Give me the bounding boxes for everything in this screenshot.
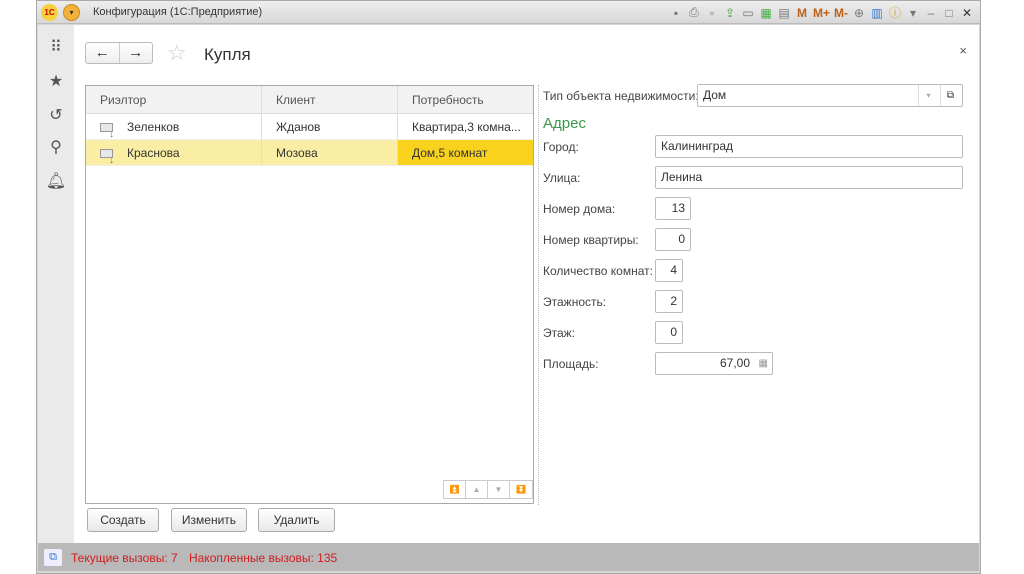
create-button[interactable]: Создать bbox=[87, 508, 159, 532]
dropdown-arrow-icon[interactable]: ▾ bbox=[918, 85, 938, 106]
minimize-icon[interactable]: – bbox=[924, 6, 938, 20]
calendar-icon[interactable]: ▤ bbox=[777, 6, 791, 20]
history-icon[interactable]: ↺ bbox=[38, 105, 74, 125]
calculator-icon[interactable]: ▦ bbox=[759, 6, 773, 20]
edit-button[interactable]: Изменить bbox=[171, 508, 247, 532]
type-value: Дом bbox=[703, 88, 727, 102]
save-icon[interactable]: ▪ bbox=[669, 6, 683, 20]
delete-button[interactable]: Удалить bbox=[258, 508, 335, 532]
type-label: Тип объекта недвижимости: bbox=[543, 89, 699, 103]
forward-button[interactable]: → bbox=[120, 43, 153, 63]
area-input[interactable]: 67,00 ▦ bbox=[655, 352, 773, 375]
scan-icon[interactable]: ▭ bbox=[741, 6, 755, 20]
house-label: Номер дома: bbox=[543, 202, 616, 216]
table-row-selected[interactable]: Краснова Мозова Дом,5 комнат bbox=[86, 140, 533, 166]
type-select[interactable]: Дом ▾ ⧉ bbox=[697, 84, 963, 107]
city-input[interactable]: Калининград bbox=[655, 135, 963, 158]
client-cell: Мозова bbox=[262, 140, 398, 165]
need-cell: Квартира,3 комна... bbox=[412, 120, 521, 134]
floor-input[interactable]: 0 bbox=[655, 321, 683, 344]
bell-icon[interactable]: 🔔︎ bbox=[38, 171, 74, 191]
rooms-label: Количество комнат: bbox=[543, 264, 653, 278]
print-icon[interactable]: ⎙ bbox=[687, 5, 701, 20]
table-header: Риэлтор Клиент Потребность bbox=[86, 86, 533, 114]
form-content: ← → ☆ Купля × Риэлтор Клиент Потребность… bbox=[74, 25, 979, 543]
window-title: Конфигурация (1С:Предприятие) bbox=[93, 6, 263, 18]
current-calls: Текущие вызовы: 7 bbox=[71, 551, 178, 565]
nav-buttons: ← → bbox=[85, 42, 153, 64]
move-first-icon[interactable]: ⏫ bbox=[444, 481, 466, 498]
send-icon[interactable]: ⇪ bbox=[723, 6, 737, 20]
preview-icon[interactable]: ▫ bbox=[705, 6, 719, 20]
document-icon bbox=[100, 148, 114, 165]
accumulated-calls: Накопленные вызовы: 135 bbox=[189, 551, 338, 565]
document-icon bbox=[100, 122, 114, 139]
calculator-icon[interactable]: ▦ bbox=[759, 353, 768, 374]
status-bar: ⧉ Текущие вызовы: 7 Накопленные вызовы: … bbox=[38, 543, 979, 571]
search-icon[interactable]: ⚲ bbox=[38, 137, 74, 157]
move-up-icon[interactable]: ▲ bbox=[466, 481, 488, 498]
apps-grid-icon[interactable]: ⠿ bbox=[38, 37, 74, 57]
open-icon[interactable]: ⧉ bbox=[940, 85, 960, 106]
floors-input[interactable]: 2 bbox=[655, 290, 683, 313]
apt-label: Номер квартиры: bbox=[543, 233, 639, 247]
street-label: Улица: bbox=[543, 171, 581, 185]
column-header[interactable]: Потребность bbox=[398, 86, 533, 113]
move-last-icon[interactable]: ⏬ bbox=[510, 481, 532, 498]
need-cell: Дом,5 комнат bbox=[398, 140, 533, 165]
column-header[interactable]: Риэлтор bbox=[86, 86, 262, 113]
rooms-input[interactable]: 4 bbox=[655, 259, 683, 282]
toolbar: ▪ ⎙ ▫ ⇪ ▭ ▦ ▤ M M+ M- ⊕ ▥ ⓘ ▾ – □ ✕ bbox=[669, 3, 974, 22]
apt-input[interactable]: 0 bbox=[655, 228, 691, 251]
app-window: 1С ▾ Конфигурация (1С:Предприятие) ▪ ⎙ ▫… bbox=[36, 0, 981, 574]
divider bbox=[538, 85, 539, 505]
favorite-star-icon[interactable]: ☆ bbox=[167, 40, 187, 66]
chevron-down-icon[interactable]: ▾ bbox=[906, 6, 920, 20]
move-down-icon[interactable]: ▼ bbox=[488, 481, 510, 498]
close-form-button[interactable]: × bbox=[959, 43, 967, 58]
realtor-cell: Краснова bbox=[127, 146, 180, 160]
memory-minus-button[interactable]: M- bbox=[834, 6, 848, 20]
column-header[interactable]: Клиент bbox=[262, 86, 398, 113]
floor-label: Этаж: bbox=[543, 326, 576, 340]
server-calls-icon: ⧉ bbox=[44, 549, 62, 566]
address-section-title: Адрес bbox=[543, 115, 586, 132]
back-button[interactable]: ← bbox=[86, 43, 120, 63]
area-label: Площадь: bbox=[543, 357, 599, 371]
memory-button[interactable]: M bbox=[795, 6, 809, 20]
page-title: Купля bbox=[204, 45, 251, 64]
deals-table: Риэлтор Клиент Потребность Зеленков Ждан… bbox=[85, 85, 534, 504]
info-icon[interactable]: ⓘ bbox=[888, 4, 902, 21]
realtor-cell: Зеленков bbox=[127, 120, 180, 134]
title-bar: 1С ▾ Конфигурация (1С:Предприятие) ▪ ⎙ ▫… bbox=[37, 1, 980, 24]
main-menu-button[interactable]: ▾ bbox=[63, 4, 80, 21]
table-nav: ⏫ ▲ ▼ ⏬ bbox=[443, 480, 533, 499]
sidebar: ⠿ ★ ↺ ⚲ 🔔︎ bbox=[38, 25, 74, 543]
zoom-icon[interactable]: ⊕ bbox=[852, 6, 866, 20]
street-input[interactable]: Ленина bbox=[655, 166, 963, 189]
close-window-icon[interactable]: ✕ bbox=[960, 6, 974, 20]
area-value: 67,00 bbox=[719, 356, 750, 370]
logo-1c: 1С bbox=[41, 4, 58, 21]
panels-icon[interactable]: ▥ bbox=[870, 6, 884, 20]
house-input[interactable]: 13 bbox=[655, 197, 691, 220]
table-row[interactable]: Зеленков Жданов Квартира,3 комна... bbox=[86, 114, 533, 140]
floors-label: Этажность: bbox=[543, 295, 607, 309]
maximize-icon[interactable]: □ bbox=[942, 6, 956, 20]
favorites-star-icon[interactable]: ★ bbox=[38, 71, 74, 91]
memory-plus-button[interactable]: M+ bbox=[813, 6, 830, 20]
city-label: Город: bbox=[543, 140, 579, 154]
client-cell: Жданов bbox=[262, 114, 398, 139]
